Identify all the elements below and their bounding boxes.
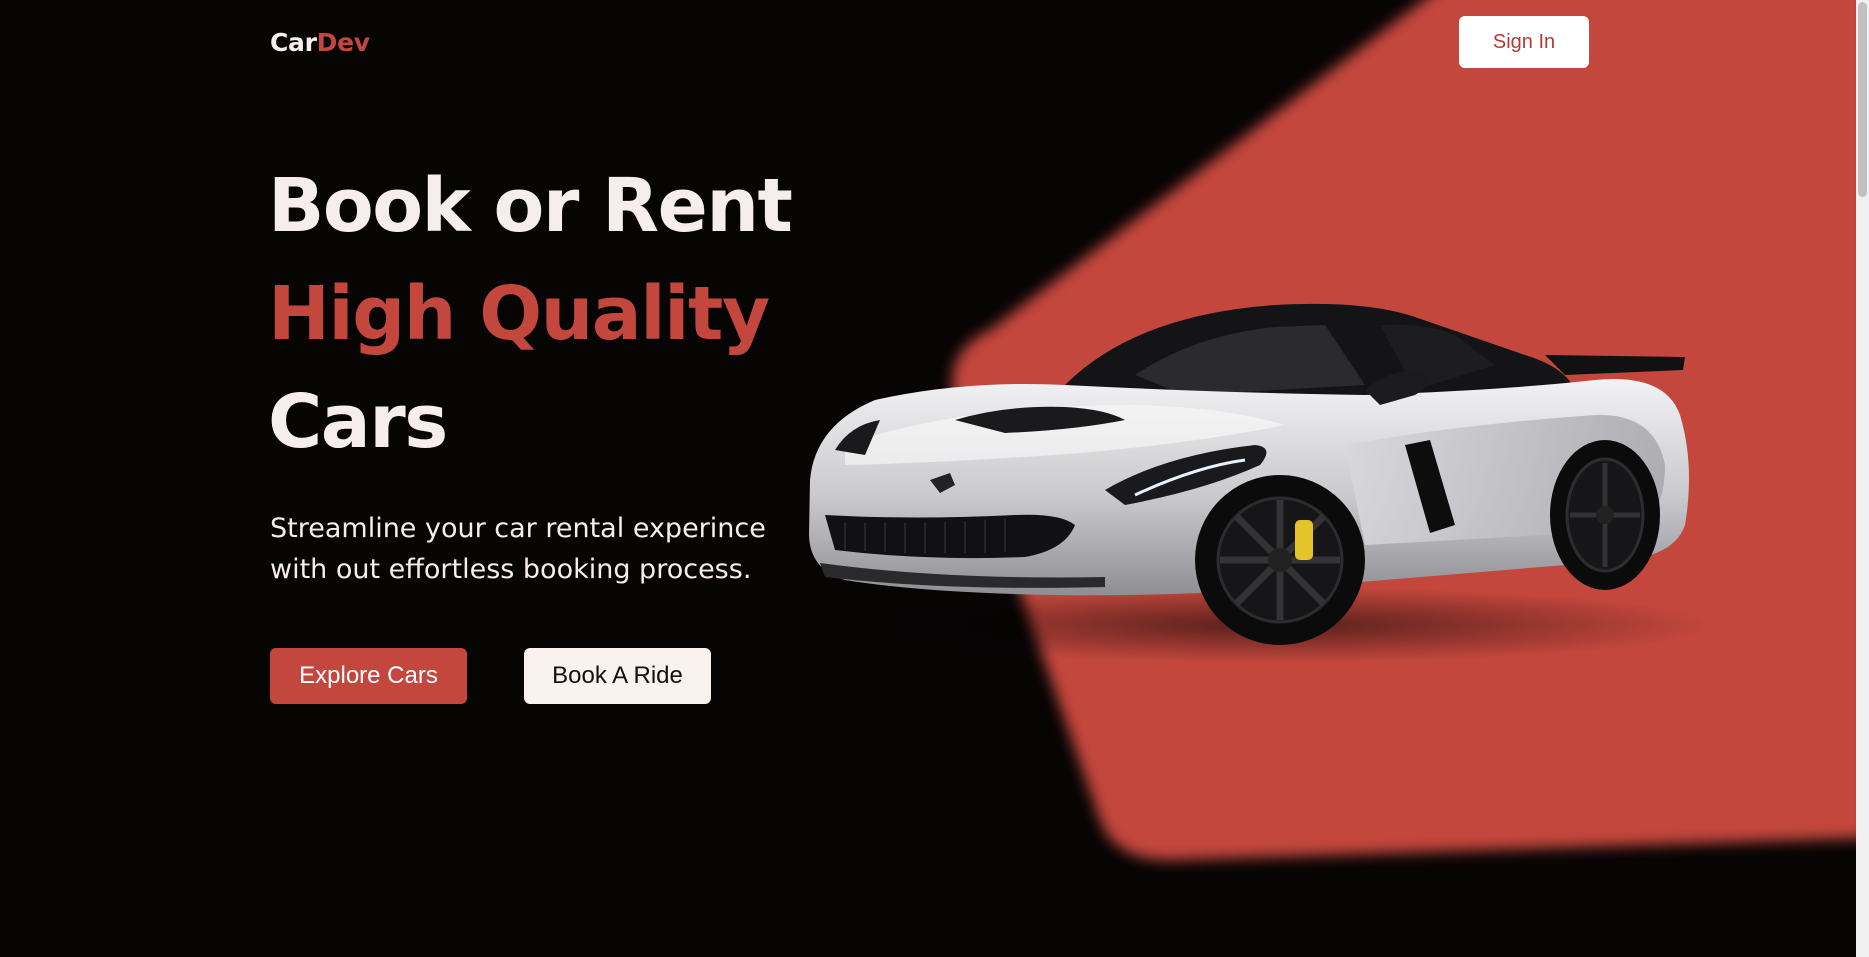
headline-line-3: Cars [268, 379, 448, 465]
logo[interactable]: CarDev [270, 28, 370, 58]
sports-car-image [809, 303, 1715, 663]
logo-part-car: Car [270, 28, 317, 57]
headline-line-1: Book or Rent [268, 163, 793, 249]
front-wheel [1195, 475, 1365, 645]
logo-part-dev: Dev [316, 28, 370, 57]
hero-subtext: Streamline your car rental experince wit… [270, 508, 830, 590]
subtext-line-2: with out effortless booking process. [270, 554, 752, 585]
headline-line-2: High Quality [268, 271, 770, 357]
rear-wheel [1550, 440, 1660, 590]
sign-in-button[interactable]: Sign In [1459, 16, 1589, 68]
scrollbar-thumb[interactable] [1858, 2, 1867, 197]
landing-page: CarDev Sign In Book or Rent High Quality… [0, 0, 1869, 957]
explore-cars-button[interactable]: Explore Cars [270, 648, 467, 704]
book-a-ride-button[interactable]: Book A Ride [524, 648, 711, 704]
page-scrollbar[interactable] [1856, 0, 1869, 957]
hero-headline: Book or Rent High Quality Cars [268, 152, 793, 476]
subtext-line-1: Streamline your car rental experince [270, 513, 766, 544]
